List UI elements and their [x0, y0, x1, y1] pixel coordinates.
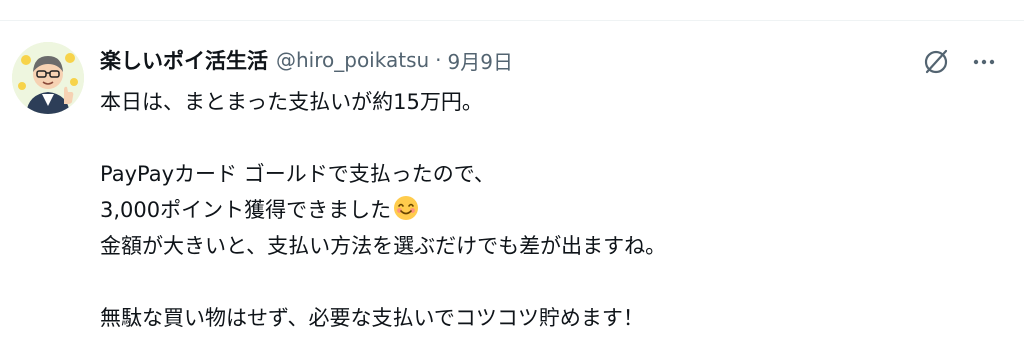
- avatar[interactable]: [12, 42, 84, 114]
- smiling-face-emoji-icon: [394, 196, 419, 220]
- display-name[interactable]: 楽しいポイ活生活: [100, 45, 268, 75]
- post-line: 本日は、まとまった支払いが約15万円。: [100, 90, 483, 114]
- top-divider: [0, 20, 1024, 21]
- grok-slash-circle-icon[interactable]: [918, 44, 954, 80]
- more-dots-icon[interactable]: [966, 44, 1002, 80]
- post-line: 金額が大きいと、支払い方法を選ぶだけでも差が出ますね。: [100, 234, 667, 258]
- post-line-with-emoji: 3,000ポイント獲得できました: [100, 192, 1000, 228]
- user-handle[interactable]: @hiro_poikatsu: [276, 48, 429, 72]
- post-header: 楽しいポイ活生活 @hiro_poikatsu · 9月9日: [100, 44, 513, 76]
- separator-dot: ·: [435, 48, 442, 72]
- post-line-text: 3,000ポイント獲得できました: [100, 198, 392, 222]
- avatar-illustration: [12, 42, 84, 114]
- post-line: PayPayカード ゴールドで支払ったので、: [100, 162, 495, 186]
- post-date[interactable]: 9月9日: [448, 46, 513, 75]
- post-text: 本日は、まとまった支払いが約15万円。 PayPayカード ゴールドで支払ったの…: [100, 84, 1000, 336]
- post-line: 無駄な買い物はせず、必要な支払いでコツコツ貯めます！: [100, 306, 644, 330]
